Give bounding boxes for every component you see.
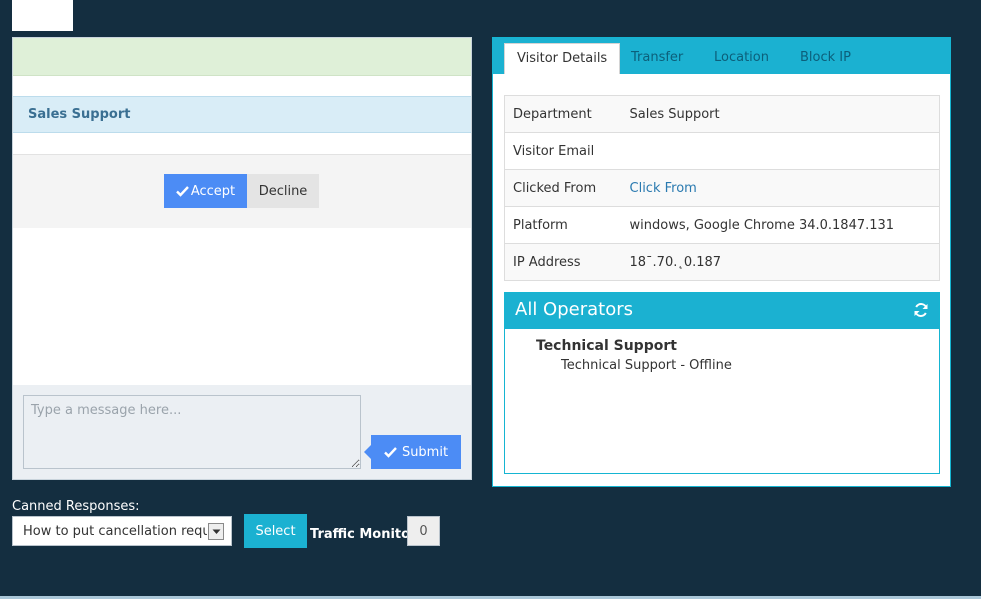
accept-label: Accept	[190, 183, 236, 199]
table-row: IP Address 18ˉ.70.˛0.187	[504, 243, 940, 281]
detail-value: Sales Support	[621, 95, 940, 133]
visitor-tabs: Visitor Details Transfer Location Block …	[493, 38, 950, 74]
detail-value	[621, 132, 940, 170]
operator-status-item[interactable]: Technical Support - Offline	[561, 358, 939, 373]
detail-value: Click From	[621, 169, 940, 207]
clicked-from-link[interactable]: Click From	[630, 181, 697, 196]
detail-key: Visitor Email	[504, 132, 622, 170]
submit-button[interactable]: Submit	[364, 435, 461, 469]
chat-status-bar	[13, 38, 471, 76]
traffic-monitor-count: 0	[407, 516, 440, 546]
select-button[interactable]: Select	[244, 514, 307, 548]
all-operators-title: All Operators	[515, 299, 633, 320]
chat-panel: Sales Support Accept Decline Submit	[12, 37, 472, 480]
refresh-icon[interactable]	[913, 302, 929, 318]
canned-selected-value: How to put cancellation request	[23, 523, 207, 539]
all-operators-header: All Operators	[505, 293, 939, 329]
detail-key: Department	[504, 95, 622, 133]
chat-compose-area: Submit	[13, 385, 471, 479]
table-row: Clicked From Click From	[504, 169, 940, 207]
chevron-down-icon[interactable]	[208, 523, 224, 540]
detail-key: Platform	[504, 206, 622, 244]
detail-value: 18ˉ.70.˛0.187	[621, 243, 940, 281]
visitor-details-table: Department Sales Support Visitor Email C…	[504, 95, 940, 281]
detail-key: Clicked From	[504, 169, 622, 207]
tab-visitor-details[interactable]: Visitor Details	[504, 43, 621, 74]
check-icon	[384, 447, 397, 458]
submit-label: Submit	[401, 444, 449, 460]
table-row: Platform windows, Google Chrome 34.0.184…	[504, 206, 940, 244]
detail-key: IP Address	[504, 243, 622, 281]
decline-button[interactable]: Decline	[247, 174, 319, 208]
chat-request-actions: Accept Decline	[13, 154, 471, 228]
check-icon	[175, 186, 189, 197]
visitor-panel: Visitor Details Transfer Location Block …	[492, 37, 951, 487]
tab-block-ip[interactable]: Block IP	[788, 43, 863, 74]
tab-transfer[interactable]: Transfer	[619, 43, 695, 74]
table-row: Visitor Email	[504, 132, 940, 170]
detail-value: windows, Google Chrome 34.0.1847.131	[621, 206, 940, 244]
tab-location[interactable]: Location	[702, 43, 781, 74]
canned-responses-label: Canned Responses:	[12, 499, 140, 514]
traffic-monitor-label: Traffic Monitor:	[310, 527, 422, 542]
table-row: Department Sales Support	[504, 95, 940, 133]
chat-department-header: Sales Support	[13, 96, 471, 133]
all-operators-panel: All Operators Technical Support Technica…	[504, 292, 940, 474]
operator-group-name: Technical Support	[536, 338, 677, 354]
message-input[interactable]	[23, 395, 361, 469]
accept-button[interactable]: Accept	[164, 174, 247, 208]
canned-responses-select[interactable]: How to put cancellation request	[12, 516, 232, 546]
logo	[12, 0, 73, 31]
